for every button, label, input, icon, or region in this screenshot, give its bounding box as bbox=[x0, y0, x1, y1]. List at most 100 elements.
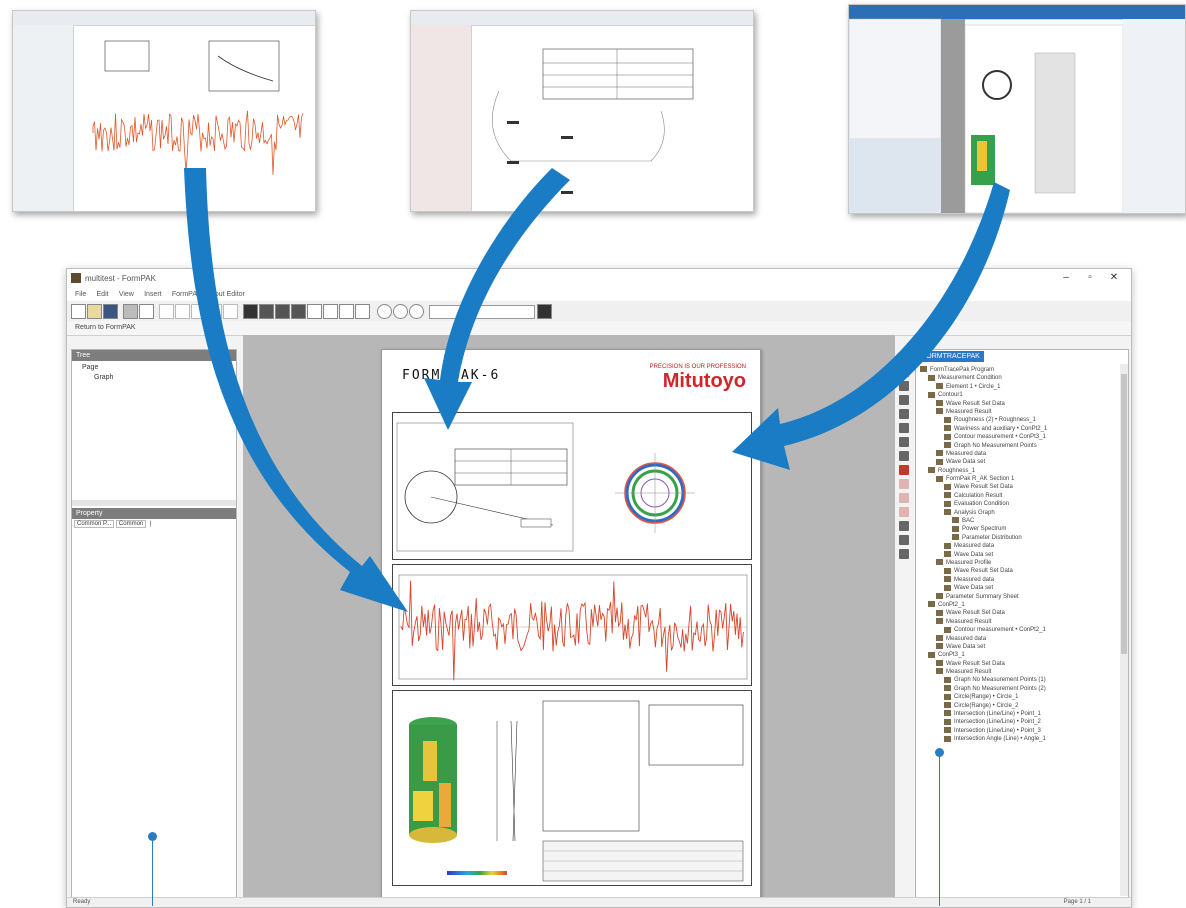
tree-node[interactable]: Measured Result bbox=[920, 408, 1118, 416]
tree-node[interactable]: ConPt3_1 bbox=[920, 651, 1118, 659]
new-icon[interactable] bbox=[71, 304, 86, 319]
close-button[interactable]: ✕ bbox=[1105, 272, 1123, 286]
property-tab-2[interactable]: Common bbox=[115, 520, 147, 528]
zoom-select[interactable] bbox=[429, 305, 535, 319]
tree-node[interactable]: Measured data bbox=[920, 576, 1118, 584]
tool-icon-2[interactable] bbox=[899, 367, 909, 377]
tree-node[interactable]: FormTracePak Program bbox=[920, 366, 1118, 374]
tree-node[interactable]: Contour1 bbox=[920, 391, 1118, 399]
tool-icon-3[interactable] bbox=[899, 381, 909, 391]
tree-node[interactable]: Measured Result bbox=[920, 668, 1118, 676]
tree-node[interactable]: Element 1 • Circle_1 bbox=[920, 383, 1118, 391]
tree-node[interactable]: Parameter Summary Sheet bbox=[920, 592, 1118, 601]
menu-edit[interactable]: Edit bbox=[97, 291, 109, 298]
copy-icon[interactable] bbox=[207, 304, 222, 319]
open-icon[interactable] bbox=[87, 304, 102, 319]
tree-node[interactable]: Wave Result Set Data bbox=[920, 660, 1118, 668]
zoom-fit-icon[interactable] bbox=[409, 304, 424, 319]
layout-icon-2[interactable] bbox=[275, 304, 290, 319]
menu-insert[interactable]: Insert bbox=[144, 291, 162, 298]
page-icon-2[interactable] bbox=[323, 304, 338, 319]
tree-node[interactable]: Wave Result Set Data bbox=[920, 483, 1118, 491]
tool-icon-7[interactable] bbox=[899, 437, 909, 447]
tree-node[interactable]: Circle(Range) • Circle_2 bbox=[920, 702, 1118, 710]
tree-node[interactable]: Graph No Measurement Points (1) bbox=[920, 676, 1118, 684]
tool-icon-9[interactable] bbox=[899, 465, 909, 475]
tree-node[interactable]: ConPt2_1 bbox=[920, 601, 1118, 609]
tree-node[interactable]: Analysis Graph bbox=[920, 509, 1118, 517]
tree-node[interactable]: Measured data bbox=[920, 634, 1118, 643]
redo-icon[interactable] bbox=[175, 304, 190, 319]
pane-divider[interactable] bbox=[72, 500, 236, 506]
menu-view[interactable]: View bbox=[119, 291, 134, 298]
return-button[interactable]: Return to FormPAK bbox=[75, 324, 136, 331]
page-icon-1[interactable] bbox=[307, 304, 322, 319]
cut-icon[interactable] bbox=[191, 304, 206, 319]
tool-icon-12[interactable] bbox=[899, 507, 909, 517]
tree-node[interactable]: Wave Result Set Data bbox=[920, 609, 1118, 617]
roughness-profile-section[interactable] bbox=[392, 564, 752, 686]
tree-node[interactable]: Wave Result Set Data bbox=[920, 399, 1118, 408]
property-tab-3[interactable]: | bbox=[148, 521, 154, 527]
tool-icon-10[interactable] bbox=[899, 479, 909, 489]
tree-node[interactable]: Roughness_1 bbox=[920, 467, 1118, 475]
tree-node[interactable]: Wave Result Set Data bbox=[920, 567, 1118, 575]
minimize-button[interactable]: – bbox=[1057, 272, 1075, 286]
tree-node[interactable]: Measured Profile bbox=[920, 559, 1118, 567]
tree-node[interactable]: Measured Result bbox=[920, 618, 1118, 626]
tree-node[interactable]: Intersection (Line/Line) • Point_1 bbox=[920, 710, 1118, 718]
tree-node[interactable]: FormPak R_AK Section 1 bbox=[920, 475, 1118, 483]
tree-node[interactable]: Graph No Measurement Points bbox=[920, 441, 1118, 450]
tree-node[interactable]: Graph No Measurement Points (2) bbox=[920, 685, 1118, 693]
tree-node[interactable]: BAC bbox=[920, 517, 1118, 525]
pointer-icon[interactable] bbox=[537, 304, 552, 319]
tool-icon-6[interactable] bbox=[899, 423, 909, 433]
tree-node[interactable]: Intersection (Line/Line) • Point_2 bbox=[920, 718, 1118, 726]
tree-node[interactable]: Power Spectrum bbox=[920, 525, 1118, 533]
preview-icon[interactable] bbox=[139, 304, 154, 319]
tree-node[interactable]: Intersection (Line/Line) • Point_3 bbox=[920, 727, 1118, 735]
property-tab-1[interactable]: Common P... bbox=[74, 520, 115, 528]
menu-file[interactable]: File bbox=[75, 291, 86, 298]
maximize-button[interactable]: ▫ bbox=[1081, 272, 1099, 286]
print-icon[interactable] bbox=[123, 304, 138, 319]
layout-icon-1[interactable] bbox=[259, 304, 274, 319]
tool-icon-15[interactable] bbox=[899, 549, 909, 559]
menu-layout-editor[interactable]: FormPAK Layout Editor bbox=[172, 291, 245, 298]
cylindricity-section[interactable] bbox=[392, 690, 752, 886]
tree-node[interactable]: Circle(Range) • Circle_1 bbox=[920, 693, 1118, 701]
scrollbar-thumb[interactable] bbox=[1121, 374, 1127, 654]
contour-roundness-section[interactable] bbox=[392, 412, 752, 560]
tree-node[interactable]: Contour measurement • ConPt2_1 bbox=[920, 626, 1118, 634]
tree-node[interactable]: Wave Data set bbox=[920, 458, 1118, 466]
grid-icon[interactable] bbox=[243, 304, 258, 319]
tree-node[interactable]: Contour measurement • ConPt3_1 bbox=[920, 433, 1118, 441]
save-icon[interactable] bbox=[103, 304, 118, 319]
tree-node[interactable]: Measured data bbox=[920, 450, 1118, 458]
tree-node[interactable]: Waviness and auxiliary • ConPt2_1 bbox=[920, 425, 1118, 433]
tool-icon-11[interactable] bbox=[899, 493, 909, 503]
tree-node[interactable]: Calculation Result bbox=[920, 492, 1118, 500]
paste-icon[interactable] bbox=[223, 304, 238, 319]
tool-icon-13[interactable] bbox=[899, 521, 909, 531]
tree-node[interactable]: Wave Data set bbox=[920, 584, 1118, 592]
tree-node[interactable]: Wave Data set bbox=[920, 551, 1118, 559]
tree-item-graph[interactable]: Graph bbox=[94, 374, 113, 381]
tree-node[interactable]: Parameter Distribution bbox=[920, 534, 1118, 542]
program-tree-header[interactable]: FORMTRACEPAK bbox=[918, 351, 984, 362]
tool-icon-5[interactable] bbox=[899, 409, 909, 419]
tool-icon-14[interactable] bbox=[899, 535, 909, 545]
tool-icon-1[interactable] bbox=[899, 353, 909, 363]
tree-scrollbar[interactable] bbox=[1120, 364, 1128, 896]
tree-node[interactable]: Measurement Condition bbox=[920, 374, 1118, 382]
page-icon-4[interactable] bbox=[355, 304, 370, 319]
tree-node[interactable]: Wave Data set bbox=[920, 643, 1118, 651]
tree-node[interactable]: Roughness (2) • Roughness_1 bbox=[920, 416, 1118, 424]
tree-node[interactable]: Measured data bbox=[920, 542, 1118, 550]
tree-node[interactable]: Intersection Angle (Line) • Angle_1 bbox=[920, 735, 1118, 743]
layout-icon-3[interactable] bbox=[291, 304, 306, 319]
tree-item-page[interactable]: Page bbox=[82, 364, 98, 371]
page-icon-3[interactable] bbox=[339, 304, 354, 319]
tool-icon-4[interactable] bbox=[899, 395, 909, 405]
zoom-out-icon[interactable] bbox=[393, 304, 408, 319]
